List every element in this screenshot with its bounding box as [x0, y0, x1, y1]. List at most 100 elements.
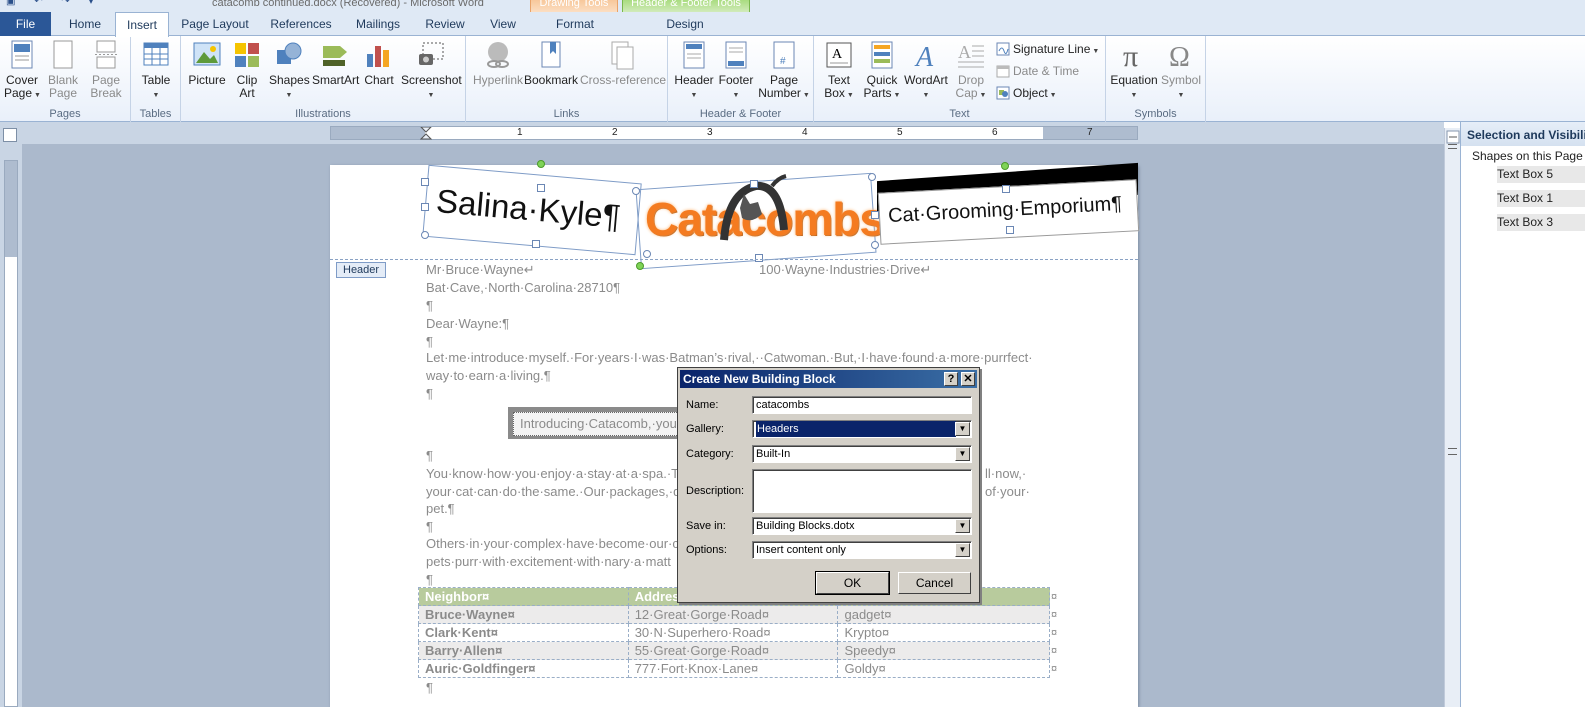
cross-reference-button[interactable]: Cross-reference [580, 40, 666, 87]
resize-handle[interactable] [871, 241, 879, 249]
resize-handle[interactable] [868, 173, 876, 181]
table-row: Auric·Goldfinger¤ 777·Fort·Knox·Lane¤ Go… [418, 659, 1050, 678]
tab-review[interactable]: Review [418, 12, 472, 36]
bookmark-button[interactable]: Bookmark [524, 40, 578, 87]
description-field[interactable] [752, 469, 972, 513]
header-icon [683, 41, 705, 69]
page-number-icon: # [773, 41, 795, 69]
dialog-close-button[interactable]: ✕ [961, 372, 975, 386]
wordart-button[interactable]: A WordArt ▼ [902, 40, 950, 102]
smartart-button[interactable]: SmartArt [312, 40, 359, 87]
tab-view[interactable]: View [482, 12, 524, 36]
vertical-scrollbar[interactable] [1444, 128, 1460, 707]
scroll-thumb-grip[interactable] [1448, 448, 1457, 455]
resize-handle[interactable] [421, 231, 429, 239]
resize-handle[interactable] [750, 180, 758, 188]
resize-handle[interactable] [1006, 226, 1014, 234]
resize-handle[interactable] [532, 240, 540, 248]
chart-button[interactable]: Chart [362, 40, 396, 87]
options-select[interactable]: Insert content only ▼ [752, 541, 972, 559]
save-in-dropdown-icon[interactable]: ▼ [955, 519, 970, 533]
wordart-label: WordArt [904, 73, 948, 87]
resize-handle[interactable] [632, 187, 640, 195]
selection-item-text-box-3[interactable]: Text Box 3 [1497, 214, 1585, 231]
page-break-icon [95, 40, 117, 69]
name-field[interactable]: catacombs [752, 396, 972, 414]
object-button[interactable]: Object ▼ [996, 83, 1057, 103]
quick-access-toolbar-icons[interactable]: ▣ ↶ ↷ ▾ [6, 0, 102, 7]
rotate-handle[interactable] [537, 160, 545, 168]
tab-format[interactable]: Format [535, 12, 615, 36]
rotate-handle[interactable] [636, 262, 644, 270]
tab-file[interactable]: File [0, 12, 51, 36]
tab-home[interactable]: Home [60, 12, 110, 36]
gallery-dropdown-icon[interactable]: ▼ [955, 422, 970, 436]
letter-paragraph-3b: pets·purr·with·excitement·with·nary·a·ma… [426, 554, 671, 569]
resize-handle[interactable] [421, 178, 429, 186]
text-box-label-2: Box [824, 86, 845, 100]
hyperlink-icon [487, 42, 509, 68]
ok-button[interactable]: OK [815, 571, 890, 595]
symbol-button[interactable]: Ω Symbol ▼ [1160, 40, 1202, 102]
tab-design[interactable]: Design [640, 12, 730, 36]
text-box-button[interactable]: A Text Box ▼ [820, 40, 858, 102]
wordart-icon: A [914, 42, 934, 70]
shapes-button[interactable]: Shapes ▼ [269, 40, 310, 102]
category-dropdown-icon[interactable]: ▼ [955, 447, 970, 461]
indent-marker-icon[interactable] [420, 127, 432, 140]
cancel-button[interactable]: Cancel [898, 572, 971, 594]
letter-paragraph-2b-right: of·your· [985, 484, 1030, 499]
vertical-ruler[interactable] [4, 160, 18, 707]
letter-paragraph-2b: your·cat·can·do·the·same.·Our·packages,·… [426, 484, 681, 499]
clip-art-button[interactable]: Clip Art [231, 40, 263, 100]
selection-item-text-box-5[interactable]: Text Box 5 [1497, 166, 1585, 183]
screenshot-button[interactable]: Screenshot ▼ [401, 40, 462, 102]
resize-handle[interactable] [1002, 185, 1010, 193]
equation-button[interactable]: π Equation ▼ [1110, 40, 1158, 102]
equation-label: Equation [1110, 73, 1158, 87]
resize-handle[interactable] [643, 250, 651, 258]
svg-text:A: A [958, 42, 971, 62]
tab-insert[interactable]: Insert [115, 12, 169, 37]
table-cell: Krypto¤ [837, 623, 1050, 642]
horizontal-ruler[interactable]: 1 2 3 4 5 6 7 [330, 126, 1138, 140]
svg-text:A: A [914, 42, 934, 70]
page-number-button[interactable]: # Page Number ▼ [758, 40, 810, 102]
scroll-up-icon[interactable] [1448, 144, 1457, 149]
blank-page-button[interactable]: Blank Page [45, 40, 81, 100]
callout-text-box[interactable]: Introducing·Catacomb,·you [513, 412, 687, 436]
hyperlink-button[interactable]: Hyperlink [472, 40, 524, 87]
quick-parts-button[interactable]: Quick Parts ▼ [862, 40, 902, 102]
resize-handle[interactable] [421, 203, 429, 211]
group-symbols-label: Symbols [1134, 108, 1177, 120]
selection-item-text-box-1[interactable]: Text Box 1 [1497, 190, 1585, 207]
group-pages-label: Pages [49, 108, 81, 120]
category-select[interactable]: Built-In ▼ [752, 445, 972, 463]
picture-button[interactable]: Picture [187, 40, 227, 87]
save-in-select[interactable]: Building Blocks.dotx ▼ [752, 517, 972, 535]
page-break-label-2: Break [90, 86, 122, 100]
resize-handle[interactable] [871, 211, 879, 219]
tab-mailings[interactable]: Mailings [348, 12, 408, 36]
date-time-button[interactable]: Date & Time [996, 61, 1079, 81]
tab-selector-button[interactable] [3, 128, 17, 142]
cover-page-button[interactable]: Cover Page ▼ [4, 40, 41, 102]
tab-page-layout[interactable]: Page Layout [176, 12, 254, 36]
gallery-select[interactable]: Headers ▼ [752, 420, 972, 438]
resize-handle[interactable] [537, 184, 545, 192]
resize-handle[interactable] [755, 254, 763, 262]
footer-button[interactable]: Footer ▼ [716, 40, 756, 102]
page-break-button[interactable]: Page Break [88, 40, 124, 100]
options-dropdown-icon[interactable]: ▼ [955, 543, 970, 557]
table-button[interactable]: Table ▼ [138, 40, 174, 102]
dialog-help-button[interactable]: ? [944, 372, 958, 386]
rotate-handle[interactable] [1001, 162, 1009, 170]
signature-line-button[interactable]: Signature Line ▼ [996, 39, 1099, 59]
tab-references[interactable]: References [264, 12, 338, 36]
options-label: Options: [686, 544, 727, 556]
ruler-number: 4 [802, 127, 808, 138]
date-time-label: Date & Time [1013, 64, 1080, 78]
split-icon[interactable] [1446, 130, 1460, 144]
header-button[interactable]: Header ▼ [674, 40, 714, 102]
drop-cap-button[interactable]: A Drop Cap ▼ [952, 40, 990, 102]
